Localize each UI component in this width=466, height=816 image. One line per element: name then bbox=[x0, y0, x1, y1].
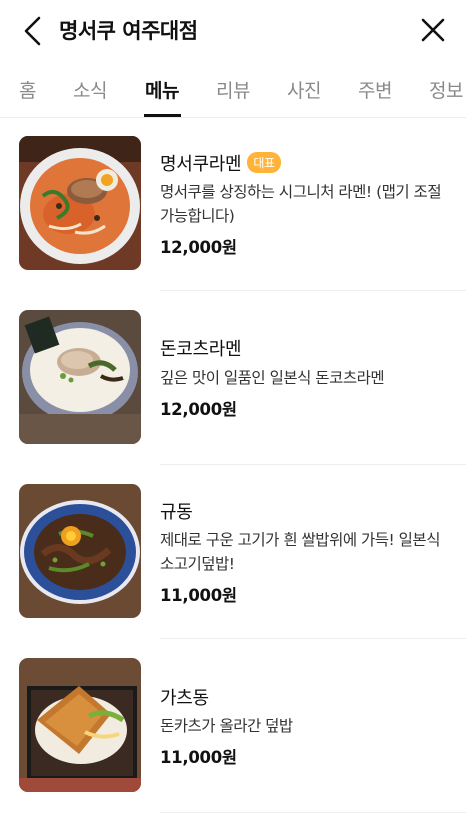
ramen-image bbox=[19, 136, 141, 270]
menu-item-description: 돈카츠가 올라간 덮밥 bbox=[160, 717, 293, 735]
divider bbox=[160, 812, 466, 813]
close-button[interactable] bbox=[417, 14, 449, 46]
tonkotsu-ramen-image bbox=[19, 310, 141, 444]
menu-item-price: 12,000원 bbox=[160, 400, 237, 419]
menu-item[interactable]: 명서쿠라멘 대표 명서쿠를 상징하는 시그니처 라멘! (맵기 조절 가능합니다)… bbox=[0, 136, 466, 291]
tab-reviews[interactable]: 리뷰 bbox=[216, 76, 250, 103]
menu-item-photo bbox=[19, 136, 141, 270]
menu-item-price: 12,000원 bbox=[160, 238, 237, 257]
tab-news[interactable]: 소식 bbox=[73, 76, 107, 103]
menu-item-name: 규동 bbox=[160, 502, 193, 523]
tab-photos[interactable]: 사진 bbox=[287, 76, 321, 103]
tab-nearby[interactable]: 주변 bbox=[358, 76, 392, 103]
menu-item-name: 돈코츠라멘 bbox=[160, 339, 242, 360]
chevron-left-icon bbox=[24, 16, 41, 46]
page-title: 명서쿠 여주대점 bbox=[59, 19, 198, 43]
menu-item[interactable]: 규동 제대로 구운 고기가 흰 쌀밥위에 가득! 일본식 소고기덮밥! 11,0… bbox=[0, 484, 466, 639]
divider bbox=[160, 290, 466, 291]
tab-menu[interactable]: 메뉴 bbox=[145, 76, 179, 103]
katsudon-image bbox=[19, 658, 141, 792]
menu-item-description: 깊은 맛이 일품인 일본식 돈코츠라멘 bbox=[160, 369, 385, 387]
tab-bar: 홈 소식 메뉴 리뷰 사진 주변 정보 bbox=[0, 60, 466, 118]
back-button[interactable] bbox=[18, 14, 48, 48]
divider bbox=[160, 464, 466, 465]
signature-badge: 대표 bbox=[247, 152, 281, 173]
active-tab-indicator bbox=[144, 114, 181, 117]
close-icon bbox=[421, 18, 445, 42]
gyudon-image bbox=[19, 484, 141, 618]
menu-item-description: 제대로 구운 고기가 흰 쌀밥위에 가득! 일본식 소고기덮밥! bbox=[160, 531, 440, 573]
tab-home[interactable]: 홈 bbox=[19, 76, 36, 103]
menu-item-photo bbox=[19, 484, 141, 618]
menu-item-description: 명서쿠를 상징하는 시그니처 라멘! (맵기 조절 가능합니다) bbox=[160, 183, 442, 225]
menu-item-price: 11,000원 bbox=[160, 586, 237, 605]
menu-item-name: 가츠동 bbox=[160, 688, 209, 709]
menu-item-name: 명서쿠라멘 대표 bbox=[160, 150, 281, 176]
menu-item-price: 11,000원 bbox=[160, 748, 237, 767]
divider bbox=[160, 638, 466, 639]
menu-item[interactable]: 가츠동 돈카츠가 올라간 덮밥 11,000원 bbox=[0, 658, 466, 813]
menu-item-photo bbox=[19, 658, 141, 792]
top-bar: 명서쿠 여주대점 bbox=[0, 0, 466, 60]
menu-item-photo bbox=[19, 310, 141, 444]
menu-item[interactable]: 돈코츠라멘 깊은 맛이 일품인 일본식 돈코츠라멘 12,000원 bbox=[0, 310, 466, 465]
tab-info[interactable]: 정보 bbox=[429, 76, 463, 103]
